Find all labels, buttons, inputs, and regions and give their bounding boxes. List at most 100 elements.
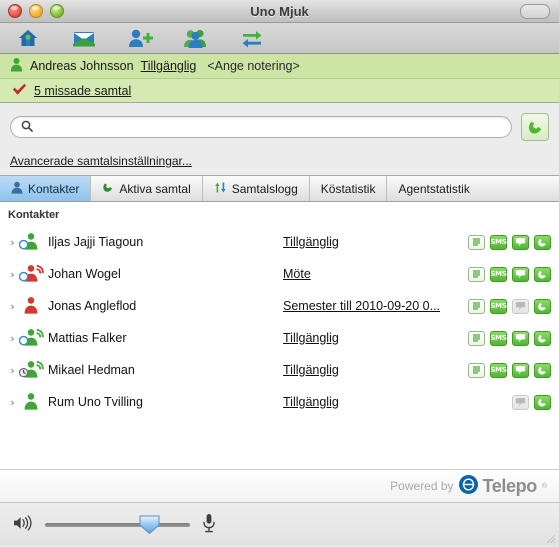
contact-status-link[interactable]: Tillgänglig <box>283 363 339 377</box>
sms-button[interactable]: SMS <box>490 298 507 314</box>
call-button[interactable] <box>521 113 549 141</box>
tab-label: Aktiva samtal <box>119 181 191 196</box>
notes-button[interactable] <box>468 362 485 378</box>
contact-name: Rum Uno Tvilling <box>48 395 143 409</box>
tab-label: Samtalslogg <box>231 181 298 196</box>
contact-status-link[interactable]: Tillgänglig <box>283 395 339 409</box>
search-icon <box>21 120 33 135</box>
sms-button[interactable]: SMS <box>490 330 507 346</box>
search-field[interactable] <box>10 116 512 138</box>
home-icon[interactable] <box>12 26 44 50</box>
brand-name: Telepo <box>482 475 538 496</box>
microphone-icon[interactable] <box>201 513 217 536</box>
call-button[interactable] <box>534 394 551 410</box>
transfer-icon[interactable] <box>236 26 268 50</box>
tab-agentstatistik[interactable]: Agentstatistik <box>387 176 480 201</box>
expand-arrow-icon[interactable]: › <box>6 236 19 249</box>
expand-arrow-icon[interactable]: › <box>6 268 19 281</box>
advanced-settings-link[interactable]: Avancerade samtalsinställningar... <box>10 154 192 168</box>
mail-icon[interactable] <box>68 26 100 50</box>
expand-arrow-icon[interactable]: › <box>6 396 19 409</box>
window-title: Uno Mjuk <box>250 3 309 19</box>
group-header: Kontakter <box>8 209 60 221</box>
notes-button[interactable] <box>468 234 485 250</box>
missed-calls-link[interactable]: 5 missade samtal <box>34 84 131 98</box>
chat-button[interactable] <box>512 362 529 378</box>
row-actions <box>512 394 551 410</box>
volume-slider-handle[interactable] <box>139 515 160 535</box>
chat-button[interactable] <box>512 266 529 282</box>
row-actions: SMS <box>468 362 551 378</box>
search-row <box>10 113 549 141</box>
presence-status-icon <box>18 359 45 381</box>
contact-rows: › Iljas Jajji Tiagoun Tillgänglig SMS › Johan… <box>0 226 559 418</box>
contact-status-link[interactable]: Tillgänglig <box>283 235 339 249</box>
presence-status-icon <box>18 327 45 349</box>
bottom-bar <box>0 503 559 546</box>
tab-label: Agentstatistik <box>398 181 470 196</box>
chat-button <box>512 394 529 410</box>
contact-name: Mattias Falker <box>48 331 127 345</box>
user-note-placeholder[interactable]: <Ange notering> <box>207 59 299 73</box>
row-actions: SMS <box>468 266 551 282</box>
registered-mark: ® <box>541 482 547 490</box>
presence-bar: Andreas Johnsson Tillgänglig <Ange noter… <box>0 54 559 79</box>
notes-button[interactable] <box>468 266 485 282</box>
presence-status-icon <box>19 295 45 317</box>
call-button[interactable] <box>534 234 551 250</box>
zoom-button[interactable] <box>50 4 64 18</box>
table-row[interactable]: › Mattias Falker Tillgänglig SMS <box>0 322 559 354</box>
sms-button[interactable]: SMS <box>490 362 507 378</box>
resize-grip[interactable] <box>545 533 556 544</box>
contact-status-link[interactable]: Semester till 2010-09-20 0... <box>283 299 440 313</box>
call-log-icon <box>214 181 227 197</box>
call-button[interactable] <box>534 330 551 346</box>
call-button[interactable] <box>534 266 551 282</box>
sms-button[interactable]: SMS <box>490 234 507 250</box>
table-row[interactable]: › Mikael Hedman Tillgänglig SMS <box>0 354 559 386</box>
chat-button[interactable] <box>512 330 529 346</box>
call-button[interactable] <box>534 298 551 314</box>
user-status-link[interactable]: Tillgänglig <box>141 59 197 73</box>
tab-aktiva-samtal[interactable]: Aktiva samtal <box>91 176 203 201</box>
search-area: Avancerade samtalsinställningar... <box>0 103 559 175</box>
close-button[interactable] <box>8 4 22 18</box>
table-row[interactable]: › Johan Wogel Möte SMS <box>0 258 559 290</box>
chat-button[interactable] <box>512 234 529 250</box>
table-row[interactable]: › Iljas Jajji Tiagoun Tillgänglig SMS <box>0 226 559 258</box>
group-icon[interactable] <box>180 26 212 50</box>
toolbar-toggle-button[interactable] <box>520 4 550 19</box>
tab-bar: Kontakter Aktiva samtal Samtalslogg Köst… <box>0 175 559 202</box>
phone-icon <box>102 181 114 197</box>
tab-kontakter[interactable]: Kontakter <box>0 176 92 201</box>
tab-samtalslogg[interactable]: Samtalslogg <box>203 176 310 201</box>
powered-by-bar: Powered by Telepo ® <box>0 470 559 503</box>
powered-by-label: Powered by <box>390 479 454 493</box>
search-input[interactable] <box>38 119 501 135</box>
call-button[interactable] <box>534 362 551 378</box>
expand-arrow-icon[interactable]: › <box>6 300 19 313</box>
checkmark-icon <box>12 83 27 99</box>
window-controls <box>8 4 64 18</box>
sms-button[interactable]: SMS <box>490 266 507 282</box>
speaker-icon[interactable] <box>12 514 34 535</box>
volume-slider-track[interactable] <box>45 522 190 527</box>
contact-list: Kontakter › Iljas Jajji Tiagoun Tillgängli… <box>0 202 559 470</box>
tab-kostatistik[interactable]: Köstatistik <box>310 176 388 201</box>
volume-slider[interactable] <box>45 515 190 535</box>
application-window: Uno Mjuk Andreas Johnsson Tillgänglig <A… <box>0 0 559 546</box>
title-bar: Uno Mjuk <box>0 0 559 23</box>
minimize-button[interactable] <box>29 4 43 18</box>
contact-status-link[interactable]: Tillgänglig <box>283 331 339 345</box>
add-contact-icon[interactable] <box>124 26 156 50</box>
notes-button[interactable] <box>468 298 485 314</box>
table-row[interactable]: › Rum Uno Tvilling Tillgänglig <box>0 386 559 418</box>
table-row[interactable]: › Jonas Angleflod Semester till 2010-09-20… <box>0 290 559 322</box>
expand-arrow-icon[interactable]: › <box>6 364 19 377</box>
main-toolbar <box>0 23 559 54</box>
user-presence-icon <box>10 57 23 75</box>
expand-arrow-icon[interactable]: › <box>6 332 19 345</box>
notes-button[interactable] <box>468 330 485 346</box>
contact-status-link[interactable]: Möte <box>283 267 311 281</box>
row-actions: SMS <box>468 298 551 314</box>
